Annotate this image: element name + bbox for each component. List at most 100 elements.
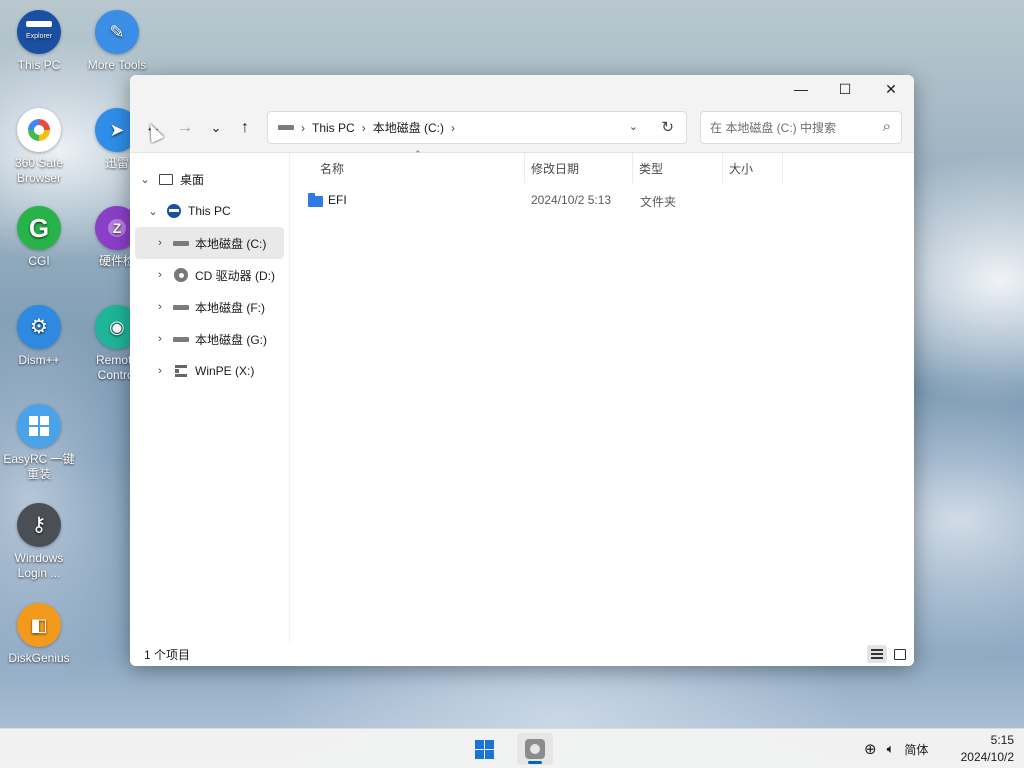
details-view-button[interactable] (867, 645, 887, 663)
explorer-icon: Explorer (17, 10, 61, 54)
tree-item-this-pc[interactable]: ⌄ This PC (130, 195, 289, 227)
tree-item-drive-f[interactable]: › 本地磁盘 (F:) (130, 291, 289, 323)
breadcrumb-separator[interactable]: › (362, 121, 366, 135)
up-button[interactable]: ↑ (232, 115, 258, 141)
column-header-size[interactable]: 大小 (723, 153, 783, 183)
taskbar: ⊕ 🔈︎ 简体 5:15 2024/10/2 (0, 728, 1024, 768)
file-modified: 2024/10/2 5:13 (531, 193, 612, 207)
cgi-icon: G (17, 206, 61, 250)
column-header-modified[interactable]: 修改日期 (525, 153, 633, 183)
title-bar: — ☐ ✕ (130, 75, 914, 103)
minimize-button[interactable]: — (778, 75, 824, 103)
chevron-down-icon[interactable]: ⌄ (629, 120, 638, 133)
windows-icon (474, 739, 494, 759)
status-bar: 1 个项目 (130, 642, 914, 666)
folder-icon (308, 193, 323, 208)
desktop-icon-label: More Tools (87, 58, 147, 72)
winpe-drive-icon (173, 364, 189, 378)
cd-drive-icon (173, 268, 189, 282)
column-headers: ⌃ 名称 修改日期 类型 大小 (290, 149, 914, 183)
drive-icon (173, 236, 189, 250)
table-row[interactable]: EFI 2024/10/2 5:13 文件夹 (290, 187, 914, 213)
desktop-icon-cgi[interactable]: G CGI (0, 206, 78, 269)
tree-item-drive-c[interactable]: › 本地磁盘 (C:) (135, 227, 284, 259)
tree-item-drive-d[interactable]: › CD 驱动器 (D:) (130, 259, 289, 291)
drive-icon (173, 300, 189, 314)
large-icons-view-button[interactable] (890, 645, 910, 663)
drive-icon (278, 125, 294, 130)
tree-item-label: 本地磁盘 (F:) (195, 300, 265, 315)
desktop-icon-easyrc[interactable]: EasyRC 一键重装 (0, 404, 78, 482)
desktop-icon (158, 172, 174, 186)
forward-button[interactable]: → (172, 115, 198, 141)
drive-app-icon (525, 739, 545, 759)
desktop-icon-dism[interactable]: ⚙ Dism++ (0, 305, 78, 368)
search-input[interactable]: 在 本地磁盘 (C:) 中搜索 ⌕ (700, 111, 902, 144)
tree-item-label: 本地磁盘 (G:) (195, 332, 267, 347)
breadcrumb-separator[interactable]: › (451, 121, 455, 135)
desktop-icon-label: Windows Login ... (14, 551, 64, 580)
chevron-right-icon[interactable]: › (153, 269, 167, 281)
tiles-view-icon (894, 648, 906, 660)
tree-item-label: 桌面 (180, 172, 205, 187)
gear-icon: ⚙ (17, 305, 61, 349)
drive-icon (173, 332, 189, 346)
browser-360-icon (17, 108, 61, 152)
explorer-body: ⌄ 桌面 ⌄ This PC › 本地磁盘 (C:) › CD 驱动器 (D:)… (130, 149, 914, 642)
ime-indicator[interactable]: 简体 (904, 741, 928, 758)
system-tray: ⊕ 🔈︎ 简体 (864, 729, 928, 768)
desktop-icon-label: CGI (28, 254, 50, 268)
volume-muted-icon[interactable]: 🔈︎ (887, 741, 895, 757)
search-placeholder: 在 本地磁盘 (C:) 中搜索 (710, 121, 836, 135)
tree-item-drive-g[interactable]: › 本地磁盘 (G:) (130, 323, 289, 355)
navigation-pane[interactable]: ⌄ 桌面 ⌄ This PC › 本地磁盘 (C:) › CD 驱动器 (D:)… (130, 153, 290, 642)
chevron-down-icon[interactable]: ⌄ (138, 173, 152, 186)
chevron-right-icon[interactable]: › (153, 237, 167, 249)
desktop-icon-label: 360 Safe Browser (14, 156, 64, 185)
breadcrumb-separator[interactable]: › (301, 121, 305, 135)
chevron-right-icon[interactable]: › (153, 301, 167, 313)
desktop-icon-windows-login[interactable]: ⚷ Windows Login ... (0, 503, 78, 581)
desktop-icon-360-browser[interactable]: 360 Safe Browser (0, 108, 78, 186)
close-button[interactable]: ✕ (868, 75, 914, 103)
diskgenius-icon: ◧ (17, 603, 61, 647)
tree-item-desktop[interactable]: ⌄ 桌面 (130, 163, 289, 195)
this-pc-icon (166, 204, 182, 218)
start-button[interactable] (466, 733, 502, 765)
tree-item-label: WinPE (X:) (195, 364, 255, 378)
address-bar[interactable]: › This PC › 本地磁盘 (C:) › ⌄ ↻ (267, 111, 687, 144)
wrench-icon: ✎ (95, 10, 139, 54)
file-list[interactable]: ⌃ 名称 修改日期 类型 大小 EFI 2024/10/2 5:13 文件夹 (290, 149, 914, 642)
list-view-icon (871, 649, 883, 659)
desktop-icon-diskgenius[interactable]: ◧ DiskGenius (0, 603, 78, 666)
file-name: EFI (328, 193, 347, 207)
taskbar-explorer-button[interactable] (517, 733, 553, 765)
active-indicator (528, 761, 542, 764)
network-icon[interactable]: ⊕ (864, 740, 877, 758)
chevron-right-icon[interactable]: › (153, 333, 167, 345)
clock-time: 5:15 (990, 733, 1014, 747)
desktop-icon-label: DiskGenius (8, 651, 70, 665)
desktop-icon-label: This PC (17, 58, 61, 72)
recent-locations-button[interactable]: ⌄ (203, 115, 229, 141)
breadcrumb-drive-c[interactable]: 本地磁盘 (C:) (373, 119, 444, 136)
refresh-icon[interactable]: ↻ (661, 118, 674, 136)
tree-item-drive-x[interactable]: › WinPE (X:) (130, 355, 289, 387)
desktop-icon-this-pc[interactable]: Explorer This PC (0, 10, 78, 73)
clock-date: 2024/10/2 (960, 750, 1014, 764)
windows-icon (17, 404, 61, 448)
toolbar: ← → ⌄ ↑ › This PC › 本地磁盘 (C:) › ⌄ ↻ 在 本地… (130, 103, 914, 153)
chevron-down-icon[interactable]: ⌄ (146, 205, 160, 218)
search-icon: ⌕ (882, 118, 891, 135)
key-icon: ⚷ (17, 503, 61, 547)
desktop-icon-more-tools[interactable]: ✎ More Tools (78, 10, 156, 73)
item-count: 1 个项目 (144, 647, 191, 662)
column-header-name[interactable]: 名称 (314, 153, 525, 183)
maximize-button[interactable]: ☐ (822, 75, 868, 103)
chevron-right-icon[interactable]: › (153, 365, 167, 377)
clock[interactable]: 5:15 2024/10/2 (961, 732, 1014, 766)
column-header-type[interactable]: 类型 (633, 153, 723, 183)
breadcrumb-this-pc[interactable]: This PC (312, 121, 355, 135)
explorer-window: — ☐ ✕ ← → ⌄ ↑ › This PC › 本地磁盘 (C:) › ⌄ … (130, 75, 914, 666)
tree-item-label: CD 驱动器 (D:) (195, 268, 275, 283)
